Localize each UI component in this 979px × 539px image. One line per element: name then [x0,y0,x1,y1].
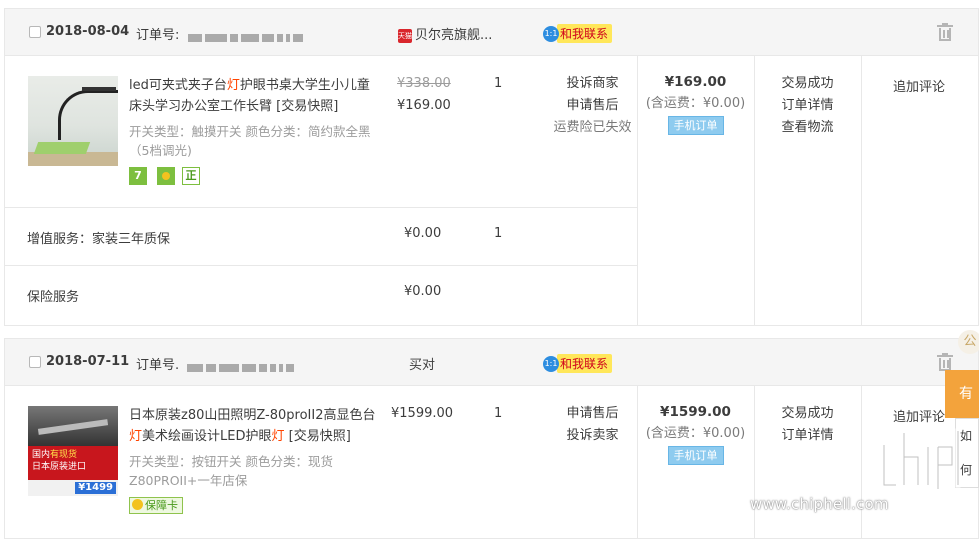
add-review-link[interactable]: 追加评论 [893,76,945,95]
order-status: 交易成功 订单详情 [754,403,861,447]
order-number: 订单号: [136,24,306,43]
quantity: 1 [494,406,503,421]
product-attributes: 开关类型：按钮开关 颜色分类：现货Z80PROII+一年店保 [129,454,333,488]
trash-icon[interactable] [937,353,953,371]
chat-icon: 1:1 [543,355,559,372]
insurance-service-price: ¥0.00 [404,284,442,299]
shipping-note: (含运费：¥0.00) [645,96,746,111]
product-attributes: 开关类型：触摸开关 颜色分类：简约款全黑（5档调光) [129,124,371,158]
notice-icon[interactable]: 公 [958,330,979,354]
extra-service-qty: 1 [494,226,503,241]
total-price: ¥169.00 [664,74,727,90]
order-details-link[interactable]: 订单详情 [754,425,861,447]
order-details-link[interactable]: 订单详情 [754,95,861,117]
product-title-link[interactable]: 日本原装z80山田照明Z-80proII2高显色台灯美术绘画设计LED护眼灯 [… [129,405,379,447]
order-number-label: 订单号: [136,28,180,43]
guarantee-icon [132,499,143,510]
order-body: led可夹式夹子台灯护眼书桌大学生小儿童床头学习办公室工作长臂 [交易快照] 开… [5,56,978,326]
product-title-highlight: 灯 [226,78,240,93]
product-title-part: 美术绘画设计LED护眼 [142,429,272,444]
total-price: ¥1599.00 [660,404,731,420]
chiphell-logo [881,428,961,492]
order-body: 国内有现货日本原装进口 ¥1499 日本原装z80山田照明Z-80proII2高… [5,386,978,539]
order-checkbox[interactable] [29,26,41,38]
shop-link[interactable]: 天猫 贝尔亮旗舰... [398,24,492,43]
order-card-1: 2018-08-04 订单号: 天猫 贝尔亮旗舰... 1:1 和我联系 led可夹… [4,8,979,326]
contact-seller-button[interactable]: 1:1 和我联系 [543,354,613,373]
guarantee-label: 保障卡 [145,499,178,512]
floating-help-tab[interactable]: 有 [945,370,979,418]
tmall-icon: 天猫 [398,28,412,43]
masked-order-number [187,31,306,42]
guarantee-icon [157,167,175,185]
image-text: 日本原装进口 [32,462,87,472]
seven-day-return-icon: 7 [129,167,147,185]
order-date: 2018-07-11 [46,354,130,369]
order-header: 2018-07-11 订单号. 买对 1:1 和我联系 [5,339,978,386]
order-header: 2018-08-04 订单号: 天猫 贝尔亮旗舰... 1:1 和我联系 [5,9,978,56]
status-trade-success: 交易成功 [781,406,834,421]
image-price: ¥1499 [75,482,116,494]
image-text: 国内 [32,450,51,460]
image-text: 有现货 [50,450,78,460]
guarantee-card-badge: 保障卡 [129,497,183,514]
status-trade-success: 交易成功 [781,76,834,91]
original-price: ¥338.00 [397,76,451,91]
genuine-icon: 正 [182,167,200,185]
product-image[interactable] [28,76,118,166]
contact-label: 和我联系 [557,24,613,43]
insurance-service-label: 保险服务 [27,290,80,305]
product-title-part: 日本原装z80山田照明Z-80proII2高显色台 [129,408,376,423]
unit-price: ¥169.00 [397,98,451,113]
order-total: ¥169.00 (含运费：¥0.00) 手机订单 [637,71,754,137]
product-title-highlight: 灯 [271,429,285,444]
shipping-note: (含运费：¥0.00) [645,426,746,441]
chat-icon: 1:1 [543,25,559,42]
contact-label: 和我联系 [557,354,613,373]
masked-order-number [187,361,297,372]
contact-seller-button[interactable]: 1:1 和我联系 [543,24,613,43]
order-checkbox[interactable] [29,356,41,368]
order-number: 订单号. [136,354,297,373]
trash-icon[interactable] [937,23,953,41]
shop-name[interactable]: 买对 [409,354,435,373]
unit-price: ¥1599.00 [391,406,454,421]
mobile-order-tag: 手机订单 [667,446,724,465]
product-title-highlight: 灯 [129,429,143,444]
product-image[interactable]: 国内有现货日本原装进口 ¥1499 [28,406,118,496]
view-logistics-link[interactable]: 查看物流 [754,117,861,139]
quantity: 1 [494,76,503,91]
shop-name: 贝尔亮旗舰... [415,28,493,43]
order-number-label: 订单号. [136,358,180,373]
order-total: ¥1599.00 (含运费：¥0.00) 手机订单 [637,401,754,467]
mobile-order-tag: 手机订单 [667,116,724,135]
order-status: 交易成功 订单详情 查看物流 [754,73,861,139]
product-title-part: [交易快照] [284,429,351,444]
order-date: 2018-08-04 [46,24,130,39]
extra-service-label: 增值服务：家装三年质保 [27,232,171,247]
extra-service-price: ¥0.00 [404,226,442,241]
product-title-link[interactable]: led可夹式夹子台灯护眼书桌大学生小儿童床头学习办公室工作长臂 [交易快照] [129,75,379,117]
product-title-part: led可夹式夹子台 [129,78,227,93]
add-review-link[interactable]: 追加评论 [893,406,945,425]
watermark-text: www.chiphell.com [750,495,889,513]
